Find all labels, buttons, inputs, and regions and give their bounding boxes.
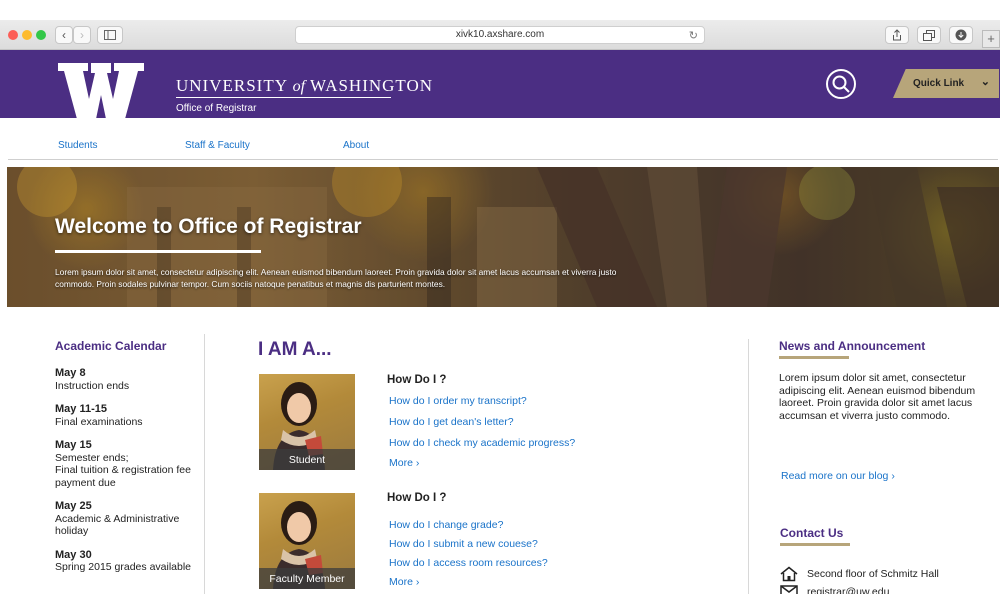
academic-calendar-title: Academic Calendar (55, 339, 167, 353)
calendar-date: May 25 (55, 500, 92, 512)
faq-link[interactable]: How do I access room resources? (389, 557, 548, 569)
quick-link-label: Quick Link (913, 78, 965, 89)
chevron-down-icon: ⌄ (980, 76, 990, 88)
university-name[interactable]: UNIVERSITY of WASHINGTON (176, 76, 433, 96)
faq-link[interactable]: How do I get dean's letter? (389, 416, 514, 428)
tabs-icon[interactable] (917, 26, 941, 44)
nav-item-about[interactable]: About (343, 140, 369, 151)
calendar-event: Spring 2015 grades available (55, 561, 192, 573)
reload-icon[interactable]: ↻ (689, 28, 698, 44)
university-word: UNIVERSITY (176, 76, 288, 95)
hero-banner: Welcome to Office of Registrar Lorem ips… (7, 167, 999, 307)
contact-title-underline (780, 543, 850, 546)
calendar-item: May 11-15 Final examinations (55, 403, 200, 428)
calendar-event: Final examinations (55, 415, 143, 428)
browser-toolbar: ‹ › xivk10.axshare.com ↻ (0, 20, 1000, 50)
contact-address: Second floor of Schmitz Hall (779, 566, 939, 582)
news-title: News and Announcement (779, 339, 926, 353)
role-caption: Student (259, 449, 355, 470)
share-icon[interactable] (885, 26, 909, 44)
i-am-a-title: I AM A... (258, 339, 332, 360)
faculty-role-card[interactable]: Faculty Member (259, 493, 355, 589)
main-nav: Students Staff & Faculty About (8, 118, 998, 160)
faq-link[interactable]: How do I submit a new couese? (389, 538, 538, 550)
academic-calendar-list: May 8 Instruction ends May 11-15 Final e… (55, 367, 200, 585)
minimize-window-button[interactable] (22, 30, 32, 40)
washington-word: WASHINGTON (310, 76, 434, 95)
search-button[interactable] (826, 69, 856, 99)
more-link[interactable]: More › (389, 576, 419, 588)
home-icon (780, 566, 798, 582)
zoom-window-button[interactable] (36, 30, 46, 40)
quick-link-dropdown[interactable]: Quick Link ⌄ (893, 69, 999, 98)
faq-link[interactable]: How do I change grade? (389, 519, 503, 531)
uw-logo-icon[interactable] (58, 63, 144, 119)
new-tab-icon[interactable]: + (982, 30, 1000, 48)
calendar-item: May 30 Spring 2015 grades available (55, 549, 200, 574)
contact-title: Contact Us (780, 526, 844, 540)
calendar-date: May 30 (55, 548, 92, 561)
hero-title: Welcome to Office of Registrar (55, 215, 362, 238)
hero-divider (55, 250, 261, 253)
download-icon[interactable] (949, 26, 973, 44)
student-role-card[interactable]: Student (259, 374, 355, 470)
address-text: Second floor of Schmitz Hall (807, 568, 939, 580)
nav-item-staff-faculty[interactable]: Staff & Faculty (185, 140, 250, 151)
sidebar-icon[interactable] (97, 26, 123, 44)
calendar-event: Final tuition & registration fee payment… (55, 464, 191, 489)
news-title-underline (779, 356, 849, 359)
calendar-item: May 8 Instruction ends (55, 367, 200, 392)
column-divider (748, 339, 749, 594)
more-link[interactable]: More › (389, 457, 419, 469)
email-text[interactable]: registrar@uw.edu (807, 586, 889, 594)
calendar-event: Semester ends; (55, 451, 129, 464)
calendar-date: May 15 (55, 439, 92, 451)
calendar-item: May 15 Semester ends; Final tuition & re… (55, 439, 200, 489)
calendar-date: May 11-15 (55, 403, 107, 415)
faq-link[interactable]: How do I check my academic progress? (389, 437, 575, 449)
calendar-event: Instruction ends (55, 379, 130, 392)
url-text: xivk10.axshare.com (455, 29, 545, 40)
nav-item-students[interactable]: Students (58, 140, 97, 151)
close-window-button[interactable] (8, 30, 18, 40)
forward-icon[interactable]: › (73, 26, 91, 44)
read-blog-link[interactable]: Read more on our blog › (781, 470, 895, 482)
office-name: Office of Registrar (176, 103, 257, 114)
calendar-event: Academic & Administrative holiday (55, 512, 180, 538)
contact-email: registrar@uw.edu (779, 584, 889, 594)
calendar-item: May 25 Academic & Administrative holiday (55, 500, 200, 538)
back-icon[interactable]: ‹ (55, 26, 73, 44)
column-divider (204, 334, 205, 594)
hero-text: Lorem ipsum dolor sit amet, consectetur … (55, 267, 617, 289)
role-caption: Faculty Member (259, 568, 355, 589)
mail-icon (780, 585, 798, 594)
how-do-i-heading: How Do I ? (387, 374, 447, 386)
search-icon (832, 75, 850, 93)
calendar-date: May 8 (55, 367, 86, 379)
address-bar[interactable]: xivk10.axshare.com ↻ (295, 26, 705, 44)
logo-divider (176, 97, 391, 98)
how-do-i-heading: How Do I ? (387, 492, 447, 504)
news-text: Lorem ipsum dolor sit amet, consectetur … (779, 372, 976, 422)
of-word: of (292, 78, 306, 95)
faq-link[interactable]: How do I order my transcript? (389, 395, 527, 407)
